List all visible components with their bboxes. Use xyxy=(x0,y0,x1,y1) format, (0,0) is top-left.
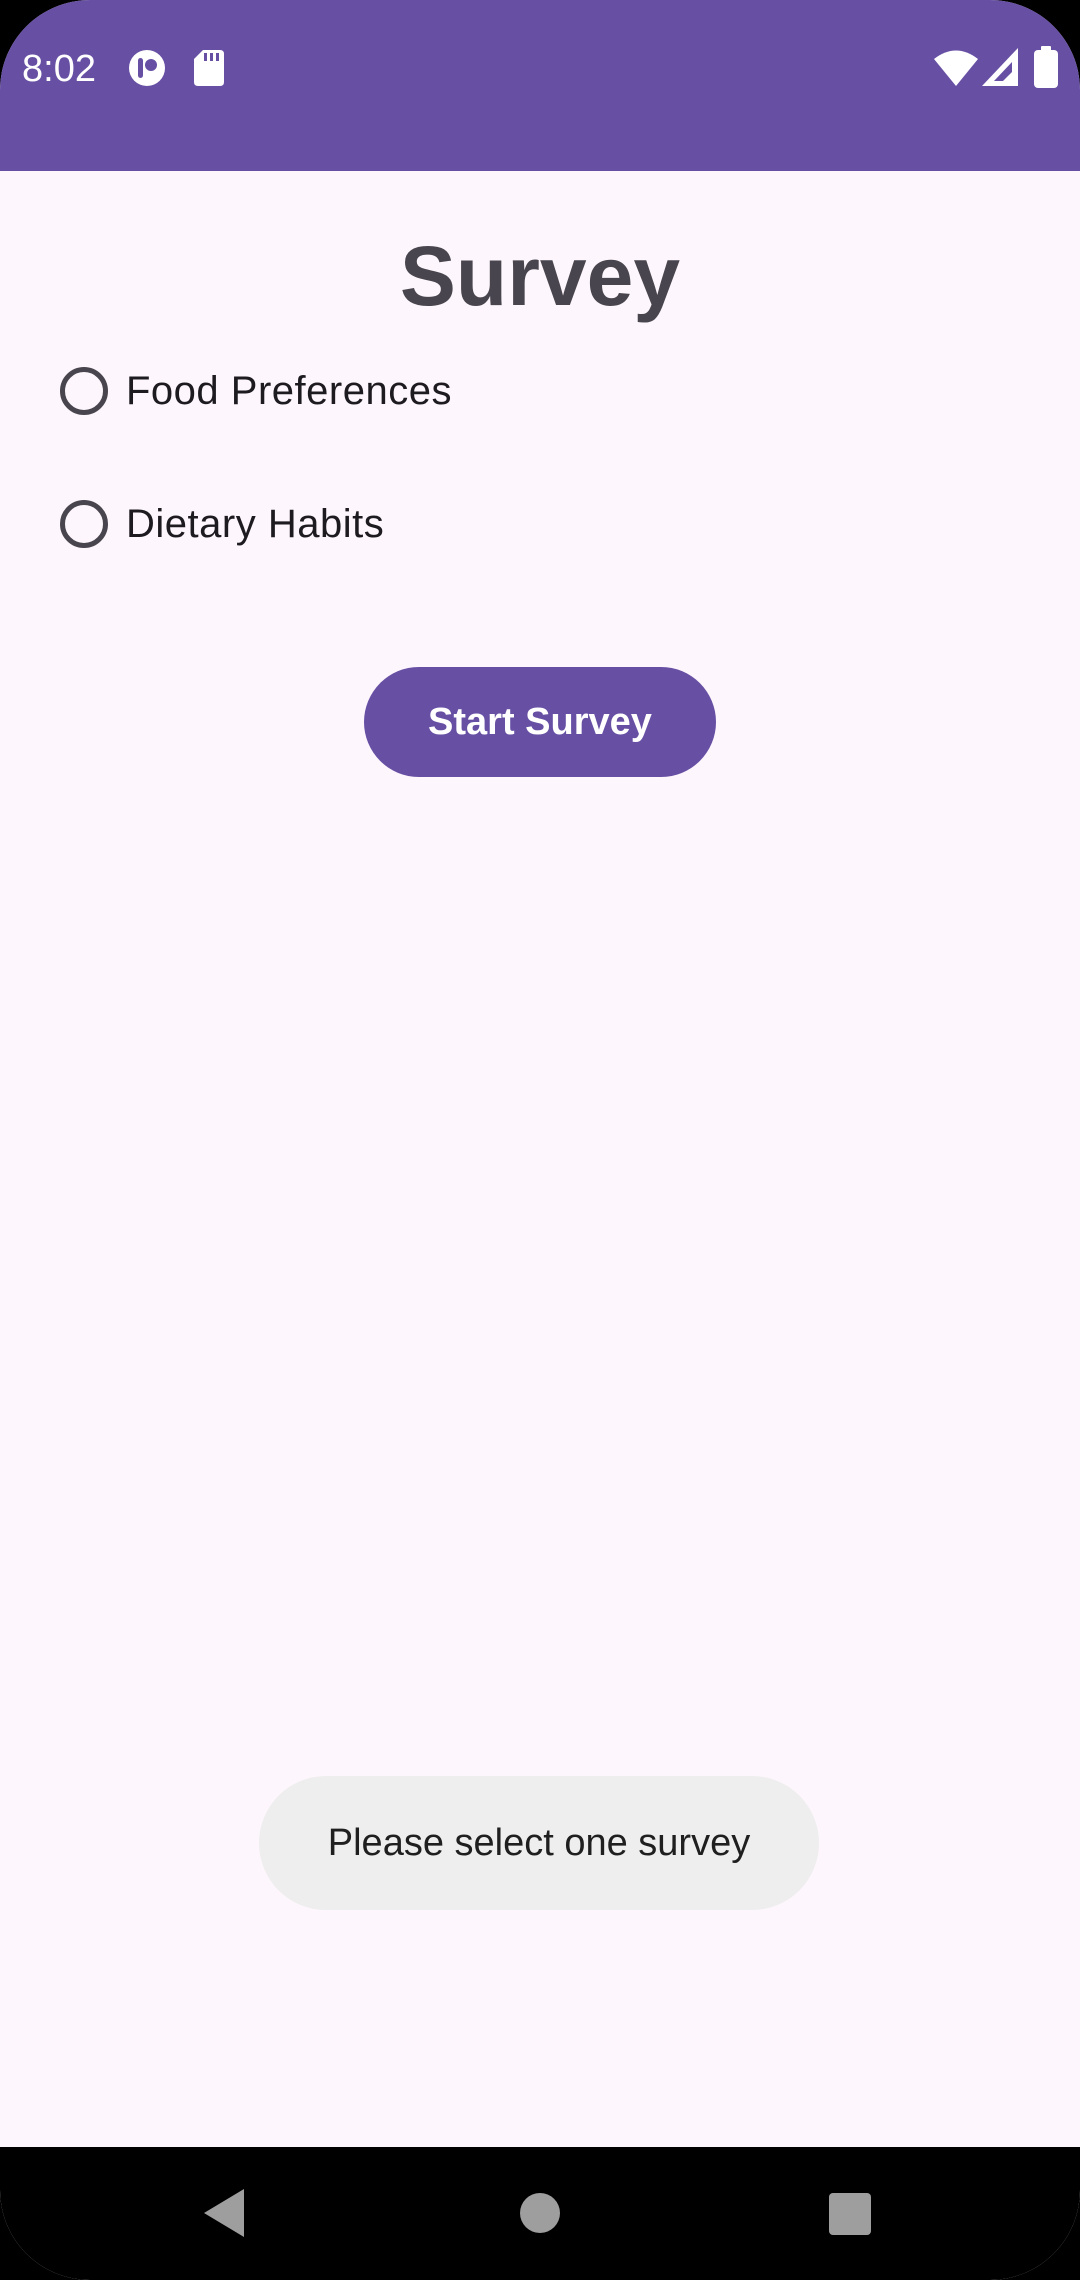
navigation-bar xyxy=(0,2147,1080,2280)
recents-icon[interactable] xyxy=(829,2193,871,2235)
wifi-icon xyxy=(934,50,978,86)
radio-food-preferences[interactable]: Food Preferences xyxy=(55,351,452,431)
status-bar: 8:02 xyxy=(0,0,1080,171)
battery-icon xyxy=(1034,46,1058,88)
phone-screen: 8:02 Survey Food Preferences Dietary Hab… xyxy=(0,0,1080,2280)
radio-button-unchecked-icon[interactable] xyxy=(60,367,108,415)
toast-message: Please select one survey xyxy=(259,1776,819,1910)
radio-label: Dietary Habits xyxy=(126,501,385,546)
radio-label: Food Preferences xyxy=(126,368,452,413)
pocket-casts-icon xyxy=(129,50,165,86)
status-time: 8:02 xyxy=(22,48,96,90)
home-icon[interactable] xyxy=(520,2193,560,2233)
radio-button-unchecked-icon[interactable] xyxy=(60,500,108,548)
cellular-signal-icon xyxy=(982,48,1018,86)
page-title: Survey xyxy=(399,229,681,323)
start-survey-button[interactable]: Start Survey xyxy=(364,667,716,777)
back-icon[interactable] xyxy=(204,2189,244,2237)
sd-card-icon xyxy=(194,50,224,86)
radio-dietary-habits[interactable]: Dietary Habits xyxy=(55,484,384,564)
